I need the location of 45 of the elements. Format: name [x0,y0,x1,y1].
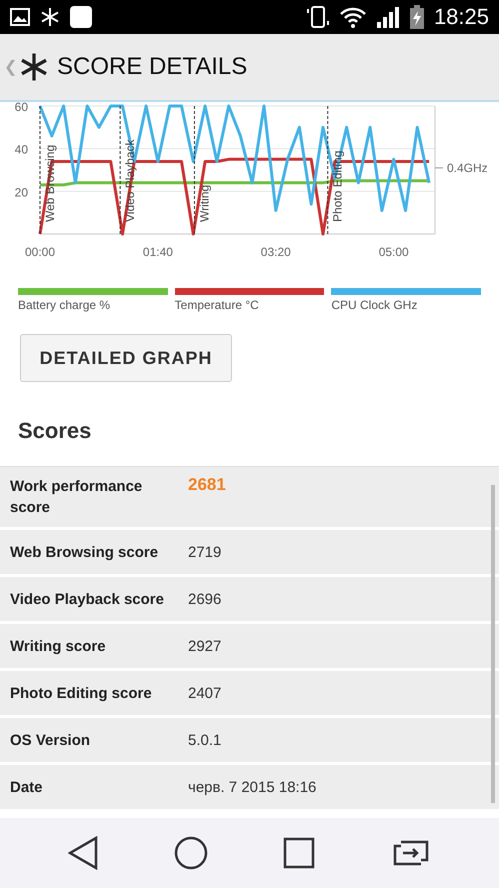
axis-label: 03:20 [260,245,291,259]
legend-label: CPU Clock GHz [331,298,418,312]
vibrate-icon [306,5,330,29]
phase-label: Web Browsing [43,144,57,222]
phase-label: Video Playback [123,140,138,222]
clock: 18:25 [434,4,489,30]
axis-label: 20 [14,185,28,200]
score-label: Video Playback score [10,590,165,610]
axis-label: 05:00 [378,245,409,259]
screen-title: SCORE DETAILS [57,53,248,81]
wifi-icon [340,6,366,28]
image-icon [10,8,30,26]
score-value: черв. 7 2015 18:16 [188,778,318,796]
signal-icon [376,6,400,28]
phase-label: Writing [197,184,212,222]
detailed-graph-button[interactable]: DETAILED GRAPH [20,334,232,382]
score-value: 2696 [188,590,222,608]
score-label: Photo Editing score [10,684,153,704]
snowflake-icon [19,52,49,82]
legend-label: Battery charge % [18,298,112,312]
snowflake-icon [40,7,60,27]
score-value: 2407 [188,684,222,702]
axis-label: 40 [14,142,28,157]
score-value: 2719 [188,544,222,560]
back-icon[interactable] [68,836,98,870]
axis-label: 60 [14,102,28,114]
score-label: Work performance score [10,477,144,518]
home-icon[interactable] [174,836,208,870]
recents-icon[interactable] [283,837,316,869]
app-icon [70,6,92,28]
score-value: 2927 [188,638,222,654]
legend-label: Temperature °C [174,298,260,312]
switch-window-icon[interactable] [391,838,432,868]
score-label: OS Version [10,730,92,750]
battery-charging-icon [410,5,424,29]
axis-label: 00:00 [24,245,56,259]
axis-label: 0.4GHz [447,160,488,175]
score-value: 2681 [188,475,227,495]
section-title: Scores [18,418,92,444]
score-label: Writing score [10,636,107,656]
score-label: Web Browsing score [10,542,160,562]
score-label: Date [10,778,44,798]
axis-label: 01:40 [142,245,173,259]
score-value: 5.0.1 [188,732,222,748]
phase-label: Photo Editing [330,150,345,222]
